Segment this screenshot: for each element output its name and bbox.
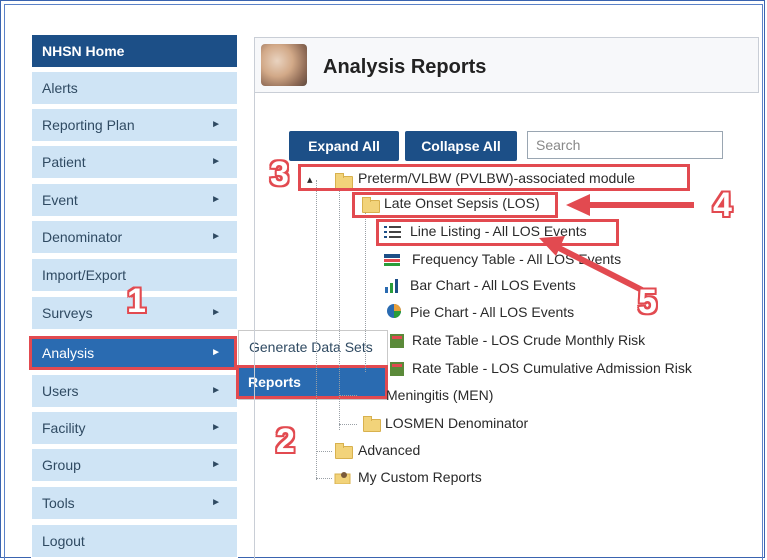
tree-node-losmen[interactable]: LOSMEN Denominator xyxy=(385,413,528,433)
tree-connector xyxy=(316,478,332,479)
step-number-1: 1 xyxy=(127,282,146,320)
collapse-all-button[interactable]: Collapse All xyxy=(405,131,517,161)
tree-connector xyxy=(339,190,340,430)
step-number-2: 2 xyxy=(276,422,295,460)
step-number-5: 5 xyxy=(638,283,657,321)
sidebar-item-label: Group xyxy=(42,457,81,473)
search-input[interactable] xyxy=(527,131,723,159)
tree-connector xyxy=(339,395,357,396)
rate-table-icon xyxy=(390,362,404,376)
sidebar-item-label: Tools xyxy=(42,495,75,511)
folder-icon xyxy=(363,416,381,432)
sidebar-item-label: Logout xyxy=(42,533,85,549)
tree-node-rate-cumulative[interactable]: Rate Table - LOS Cumulative Admission Ri… xyxy=(412,358,692,378)
page-header: Analysis Reports xyxy=(254,37,759,93)
expand-all-button[interactable]: Expand All xyxy=(289,131,399,161)
chevron-right-icon: ► xyxy=(211,231,221,242)
content-panel xyxy=(254,92,759,560)
bar-chart-icon xyxy=(385,279,398,293)
sidebar-item-facility[interactable]: Facility ► xyxy=(31,411,238,445)
sidebar-item-logout[interactable]: Logout xyxy=(31,524,238,558)
tree-connector xyxy=(316,180,317,480)
chevron-right-icon: ► xyxy=(211,194,221,205)
tree-node-frequency-table[interactable]: Frequency Table - All LOS Events xyxy=(412,249,621,269)
sidebar-item-label: Alerts xyxy=(42,80,78,96)
chevron-right-icon: ► xyxy=(211,459,221,470)
sidebar-item-label: Denominator xyxy=(42,229,123,245)
chevron-right-icon: ► xyxy=(211,497,221,508)
chevron-right-icon: ► xyxy=(211,156,221,167)
step-number-4: 4 xyxy=(713,186,732,224)
sidebar-item-label: Patient xyxy=(42,154,86,170)
tree-node-my-custom-reports[interactable]: My Custom Reports xyxy=(358,467,482,487)
tree-connector xyxy=(365,212,366,372)
los-highlight-box xyxy=(352,192,558,218)
sidebar-item-event[interactable]: Event ► xyxy=(31,183,238,217)
chevron-right-icon: ► xyxy=(211,119,221,130)
sidebar-item-denominator[interactable]: Denominator ► xyxy=(31,220,238,254)
sidebar-item-label: Users xyxy=(42,383,79,399)
custom-reports-icon xyxy=(334,472,351,484)
chevron-right-icon: ► xyxy=(211,307,221,318)
pie-chart-icon xyxy=(387,304,401,318)
chevron-right-icon: ► xyxy=(211,422,221,433)
rate-table-icon xyxy=(390,334,404,348)
tree-connector xyxy=(316,451,332,452)
sidebar-item-label: NHSN Home xyxy=(42,43,125,59)
sidebar-item-group[interactable]: Group ► xyxy=(31,448,238,482)
tree-connector xyxy=(339,424,357,425)
sidebar-item-tools[interactable]: Tools ► xyxy=(31,486,238,520)
tree-node-bar-chart[interactable]: Bar Chart - All LOS Events xyxy=(410,275,576,295)
tree-node-pie-chart[interactable]: Pie Chart - All LOS Events xyxy=(410,302,574,322)
sidebar-item-label: Facility xyxy=(42,420,86,436)
sidebar-item-nhsn-home[interactable]: NHSN Home xyxy=(31,34,238,68)
analysis-highlight-box xyxy=(29,336,237,370)
sidebar-item-users[interactable]: Users ► xyxy=(31,374,238,408)
sidebar-item-alerts[interactable]: Alerts xyxy=(31,71,238,105)
sidebar-item-label: Surveys xyxy=(42,305,93,321)
tree-node-rate-crude[interactable]: Rate Table - LOS Crude Monthly Risk xyxy=(412,330,645,350)
tree-node-advanced[interactable]: Advanced xyxy=(358,440,420,460)
line-listing-highlight-box xyxy=(376,219,619,246)
module-highlight-box xyxy=(298,164,690,191)
step-number-3: 3 xyxy=(270,155,289,193)
page-title: Analysis Reports xyxy=(323,56,487,78)
sidebar-item-patient[interactable]: Patient ► xyxy=(31,145,238,179)
sidebar-item-label: Event xyxy=(42,192,78,208)
sidebar-item-label: Import/Export xyxy=(42,267,127,283)
header-photo xyxy=(261,44,307,86)
frequency-table-icon xyxy=(384,254,400,266)
chevron-right-icon: ► xyxy=(211,385,221,396)
sidebar-item-label: Reporting Plan xyxy=(42,117,135,133)
tree-node-meningitis[interactable]: Meningitis (MEN) xyxy=(386,385,493,405)
folder-icon xyxy=(335,443,353,459)
sidebar-item-reporting-plan[interactable]: Reporting Plan ► xyxy=(31,108,238,142)
